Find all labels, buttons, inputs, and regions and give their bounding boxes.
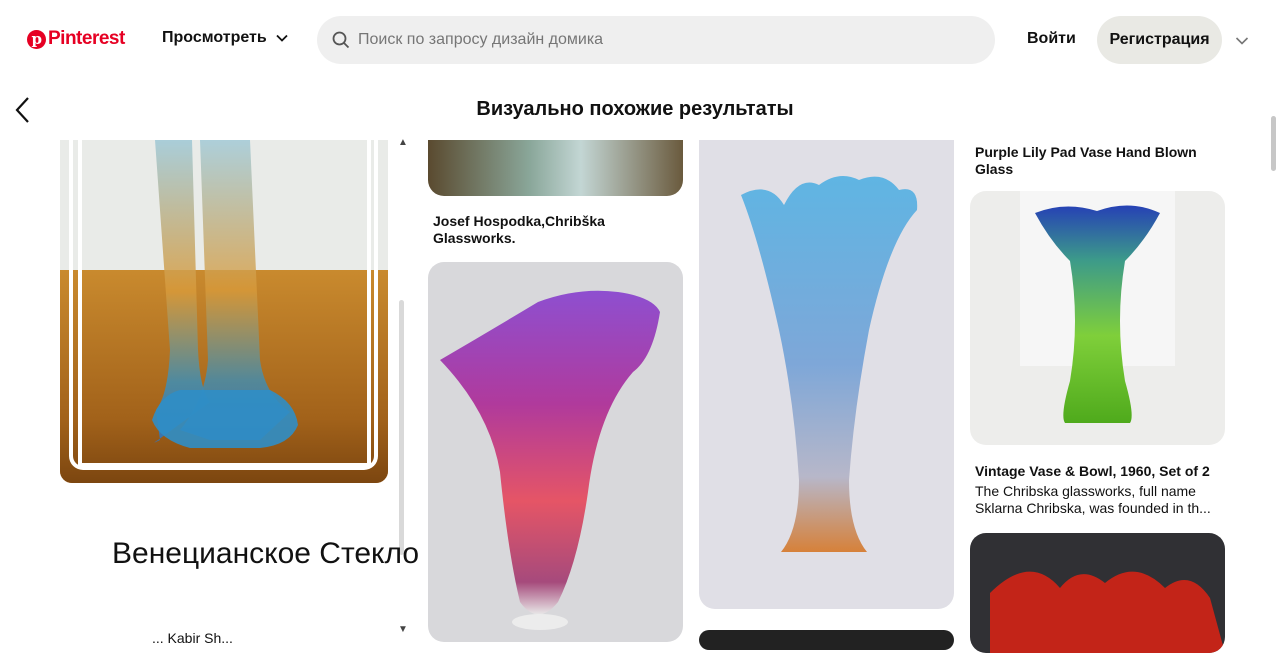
pin-caption[interactable]: Purple Lily Pad Vase Hand Blown Glass xyxy=(975,144,1215,178)
main-pin-image[interactable] xyxy=(60,140,388,483)
search-input[interactable] xyxy=(358,31,958,49)
image-frame-inner xyxy=(78,140,371,467)
section-title: Визуально похожие результаты xyxy=(476,98,794,120)
logo-text: Pinterest xyxy=(48,28,125,49)
pin-image-red-bowl[interactable] xyxy=(970,533,1225,653)
chevron-down-icon xyxy=(276,34,288,42)
pin-image-blue-vase[interactable] xyxy=(699,140,954,609)
search-icon xyxy=(332,31,350,49)
scroll-up-arrow-icon[interactable]: ▲ xyxy=(398,137,408,148)
pin-image-purple-vase[interactable] xyxy=(428,262,683,642)
vase-image xyxy=(440,290,660,630)
pin-image-hospodka[interactable] xyxy=(428,140,683,196)
pin-image-partial[interactable] xyxy=(699,630,954,650)
browse-menu-button[interactable]: Просмотреть xyxy=(162,29,289,47)
vase-image xyxy=(741,176,918,552)
pinterest-logo-icon: p xyxy=(27,29,46,49)
signup-button[interactable]: Регистрация xyxy=(1097,16,1222,64)
browse-label: Просмотреть xyxy=(162,29,267,46)
pin-title: Венецианское Стекло xyxy=(112,537,420,570)
bowl-image xyxy=(990,571,1225,653)
login-button[interactable]: Войти xyxy=(1027,30,1076,48)
vase-image xyxy=(1020,191,1175,423)
more-options-chevron-icon[interactable] xyxy=(1234,33,1250,49)
pin-image-green-vase[interactable] xyxy=(970,191,1225,445)
pinterest-logo[interactable]: p Pinterest xyxy=(27,28,125,50)
left-panel-scrollbar[interactable] xyxy=(399,300,404,555)
pin-description: The Chribska glassworks, full name Sklar… xyxy=(975,483,1211,516)
scroll-down-arrow-icon[interactable]: ▼ xyxy=(398,624,408,635)
pin-subtitle: ... Kabir Sh... xyxy=(152,630,233,646)
pin-caption[interactable]: Josef Hospodka,Chribška Glassworks. xyxy=(433,213,673,247)
top-navigation-bar: p Pinterest Просмотреть Войти Регистраци… xyxy=(0,0,1280,80)
pin-caption[interactable]: Vintage Vase & Bowl, 1960, Set of 2 xyxy=(975,463,1220,480)
page-scrollbar[interactable] xyxy=(1271,116,1276,171)
search-bar[interactable] xyxy=(317,16,995,64)
